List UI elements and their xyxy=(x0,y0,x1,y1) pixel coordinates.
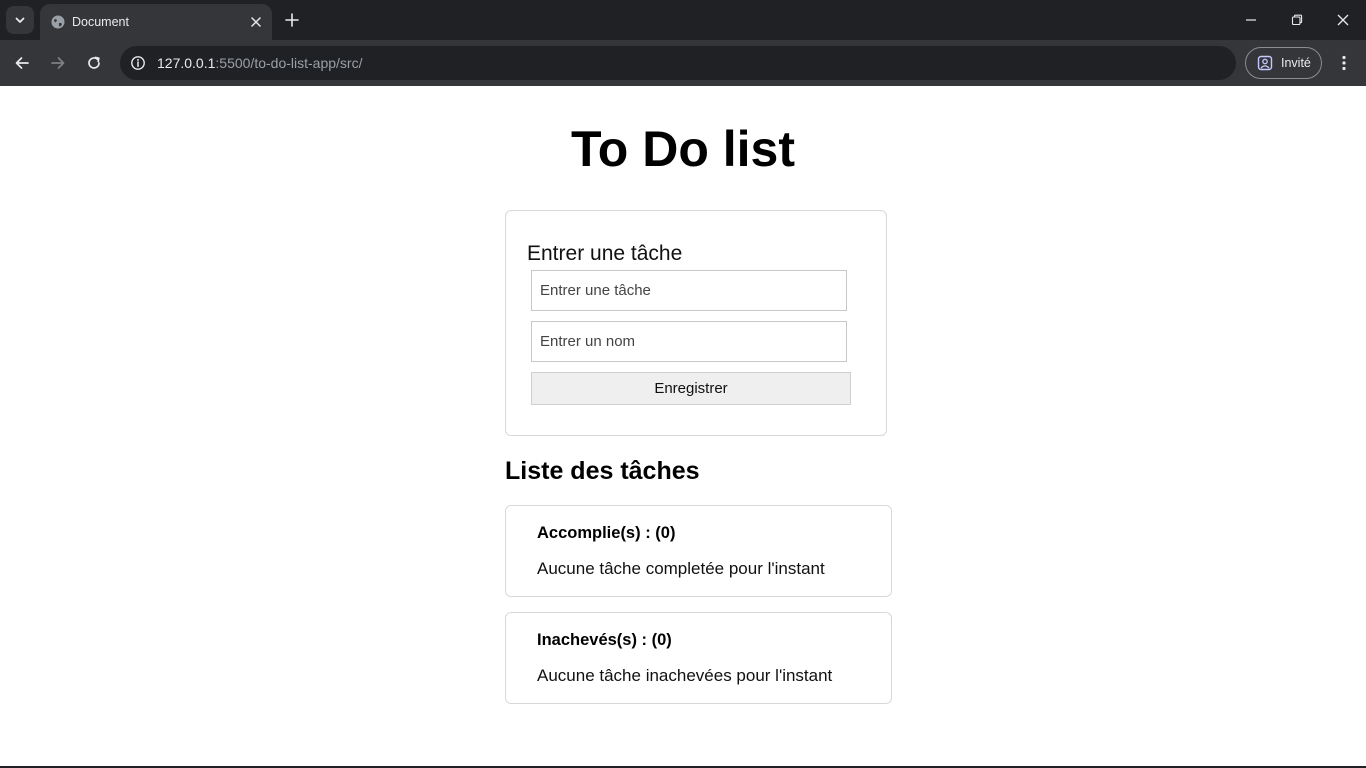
profile-icon xyxy=(1257,55,1273,71)
pending-tasks-title: Inachevés(s) : (0) xyxy=(537,631,672,649)
minimize-window-button[interactable] xyxy=(1228,0,1274,40)
arrow-left-icon xyxy=(15,57,29,69)
pending-tasks-card: Inachevés(s) : (0) Aucune tâche inachevé… xyxy=(505,612,892,704)
address-url: 127.0.0.1:5500/to-do-list-app/src/ xyxy=(157,55,362,71)
browser-tab-active[interactable]: Document xyxy=(40,4,272,40)
task-list-heading: Liste des tâches xyxy=(505,457,700,485)
task-form-heading: Entrer une tâche xyxy=(527,242,683,265)
restore-window-button[interactable] xyxy=(1274,0,1320,40)
pending-tasks-empty-text: Aucune tâche inachevées pour l'instant xyxy=(537,666,833,685)
profile-label: Invité xyxy=(1281,56,1311,70)
chevron-down-icon xyxy=(15,17,25,23)
tab-search-button[interactable] xyxy=(6,6,34,34)
name-input[interactable] xyxy=(531,321,847,362)
tab-title: Document xyxy=(72,15,129,29)
kebab-menu-icon xyxy=(1342,55,1346,71)
forward-button[interactable] xyxy=(44,49,72,77)
page-content: To Do list Entrer une tâche Enregistrer … xyxy=(0,86,1366,768)
browser-tab-strip: Document xyxy=(0,0,1366,40)
close-window-button[interactable] xyxy=(1320,0,1366,40)
restore-icon xyxy=(1291,14,1303,26)
arrow-right-icon xyxy=(51,57,65,69)
info-icon xyxy=(131,56,145,70)
url-host: 127.0.0.1 xyxy=(157,55,216,71)
completed-tasks-title: Accomplie(s) : (0) xyxy=(537,524,676,542)
browser-toolbar: 127.0.0.1:5500/to-do-list-app/src/ Invit… xyxy=(0,40,1366,86)
url-path: :5500/to-do-list-app/src/ xyxy=(215,55,363,71)
profile-button[interactable]: Invité xyxy=(1245,47,1322,79)
task-form-card: Entrer une tâche Enregistrer xyxy=(505,210,887,436)
globe-icon xyxy=(51,15,65,29)
browser-menu-button[interactable] xyxy=(1332,49,1356,77)
close-icon xyxy=(251,17,261,27)
close-window-icon xyxy=(1337,14,1349,26)
site-info-button[interactable] xyxy=(126,51,150,75)
plus-icon xyxy=(285,13,299,27)
tab-close-button[interactable] xyxy=(246,12,266,32)
completed-tasks-empty-text: Aucune tâche completée pour l'instant xyxy=(537,559,825,578)
new-tab-button[interactable] xyxy=(281,9,303,31)
task-input[interactable] xyxy=(531,270,847,311)
save-button[interactable]: Enregistrer xyxy=(531,372,851,405)
reload-icon xyxy=(88,56,100,69)
address-bar[interactable]: 127.0.0.1:5500/to-do-list-app/src/ xyxy=(120,46,1236,80)
back-button[interactable] xyxy=(8,49,36,77)
minimize-icon xyxy=(1246,19,1256,21)
page-title: To Do list xyxy=(570,121,796,177)
reload-button[interactable] xyxy=(80,49,108,77)
completed-tasks-card: Accomplie(s) : (0) Aucune tâche completé… xyxy=(505,505,892,597)
